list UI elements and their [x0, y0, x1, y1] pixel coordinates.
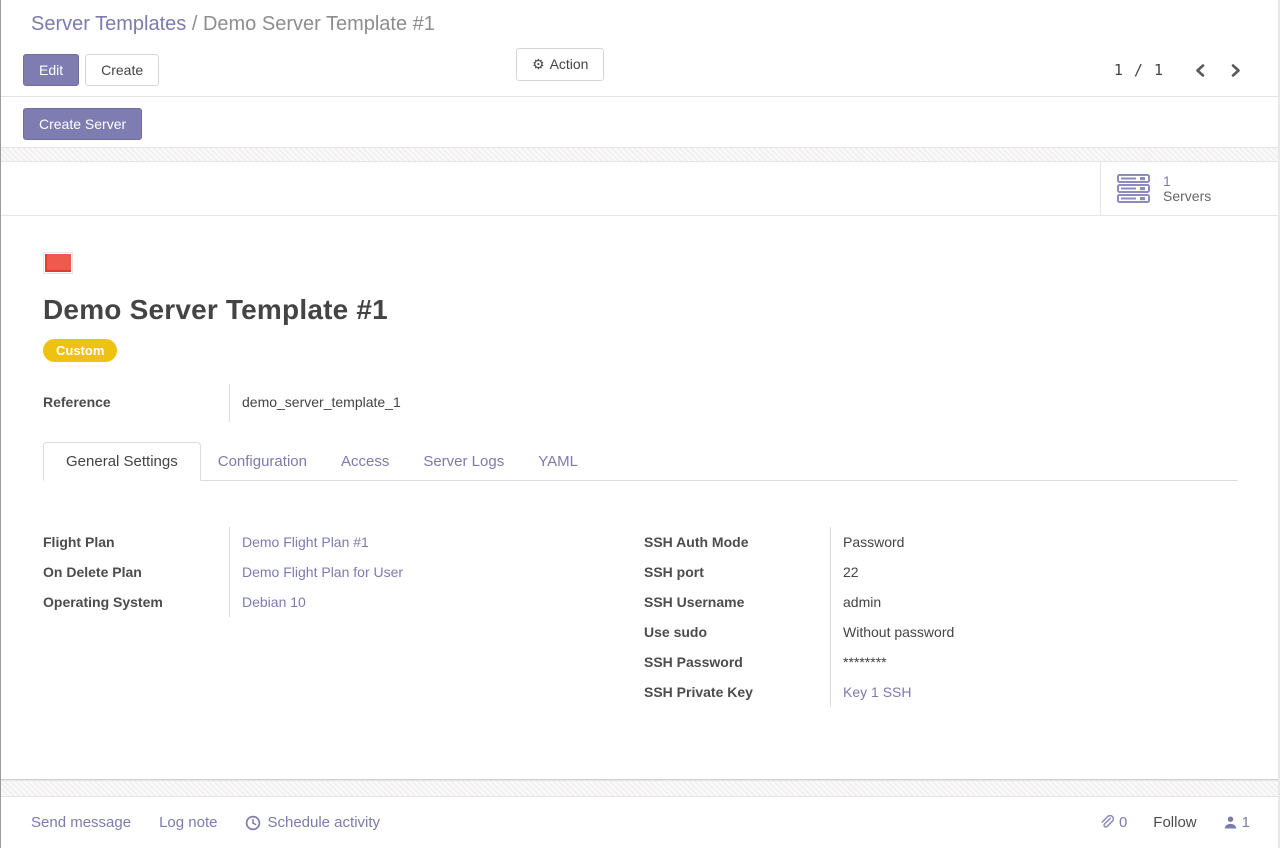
- ssh-username-value: admin: [843, 587, 954, 617]
- pager-next-button[interactable]: [1222, 59, 1250, 82]
- ssh-auth-mode-label: SSH Auth Mode: [644, 527, 830, 557]
- schedule-activity-label: Schedule activity: [267, 814, 380, 831]
- follow-button[interactable]: Follow: [1153, 814, 1196, 831]
- reference-label: Reference: [43, 384, 229, 422]
- ssh-port-label: SSH port: [644, 557, 830, 587]
- ssh-port-value: 22: [843, 557, 954, 587]
- breadcrumb-current: Demo Server Template #1: [203, 13, 435, 35]
- servers-stat-label: Servers: [1163, 189, 1211, 204]
- log-note-link[interactable]: Log note: [159, 814, 217, 831]
- tab-content-general-settings: Flight Plan On Delete Plan Operating Sys…: [43, 481, 1238, 707]
- create-server-button[interactable]: Create Server: [23, 108, 142, 140]
- reference-value: demo_server_template_1: [229, 384, 401, 422]
- operating-system-value[interactable]: Debian 10: [242, 587, 403, 617]
- flight-plan-value[interactable]: Demo Flight Plan #1: [242, 527, 403, 557]
- pager-value: 1 / 1: [1114, 61, 1164, 79]
- on-delete-plan-value[interactable]: Demo Flight Plan for User: [242, 557, 403, 587]
- tab-access[interactable]: Access: [324, 443, 406, 480]
- ssh-private-key-value[interactable]: Key 1 SSH: [843, 677, 954, 707]
- chevron-left-icon: [1194, 63, 1206, 78]
- ssh-auth-mode-value: Password: [843, 527, 954, 557]
- button-box: 1 Servers: [1, 162, 1280, 216]
- action-button-label: Action: [550, 56, 589, 72]
- chevron-right-icon: [1230, 63, 1242, 78]
- servers-icon: [1117, 174, 1151, 203]
- record-image-fill: [45, 254, 71, 272]
- ssh-password-label: SSH Password: [644, 647, 830, 677]
- pager-previous-button[interactable]: [1186, 59, 1214, 82]
- breadcrumb: Server Templates / Demo Server Template …: [1, 0, 1280, 44]
- chatter-bar: Send message Log note Schedule activity …: [1, 797, 1280, 848]
- use-sudo-label: Use sudo: [644, 617, 830, 647]
- servers-stat-button[interactable]: 1 Servers: [1100, 162, 1280, 215]
- control-panel: Server Templates / Demo Server Template …: [1, 0, 1280, 97]
- attachments-button[interactable]: 0: [1098, 814, 1127, 831]
- sheet-body: Demo Server Template #1 Custom Reference…: [1, 216, 1280, 707]
- create-button[interactable]: Create: [85, 54, 159, 86]
- tab-yaml[interactable]: YAML: [521, 443, 595, 480]
- reference-field-row: Reference demo_server_template_1: [43, 384, 1238, 422]
- control-buttons-row: Edit Create ⚙ Action 1 / 1: [1, 44, 1280, 94]
- action-bar: Create Server: [1, 97, 1280, 147]
- pager: 1 / 1: [1114, 59, 1250, 82]
- tag-badge: Custom: [43, 339, 117, 362]
- record-image[interactable]: [43, 252, 73, 274]
- breadcrumb-separator: /: [192, 13, 203, 35]
- on-delete-plan-label: On Delete Plan: [43, 557, 229, 587]
- gear-icon: ⚙: [532, 56, 545, 72]
- schedule-activity-link[interactable]: Schedule activity: [245, 814, 380, 831]
- paperclip-icon: [1098, 814, 1115, 831]
- notebook-tabs: General Settings Configuration Access Se…: [43, 442, 1238, 481]
- clock-icon: [245, 815, 261, 831]
- attachment-count: 0: [1119, 814, 1127, 831]
- background-strip-top: [1, 147, 1280, 162]
- use-sudo-value: Without password: [843, 617, 954, 647]
- followers-button[interactable]: 1: [1223, 814, 1250, 831]
- person-icon: [1223, 815, 1238, 830]
- breadcrumb-parent-link[interactable]: Server Templates: [31, 13, 186, 35]
- ssh-username-label: SSH Username: [644, 587, 830, 617]
- follower-count: 1: [1242, 814, 1250, 831]
- operating-system-label: Operating System: [43, 587, 229, 617]
- tab-server-logs[interactable]: Server Logs: [406, 443, 521, 480]
- send-message-link[interactable]: Send message: [31, 814, 131, 831]
- form-sheet: 1 Servers Demo Server Template #1 Custom…: [1, 162, 1280, 780]
- action-button[interactable]: ⚙ Action: [516, 48, 604, 81]
- field-group-right: SSH Auth Mode SSH port SSH Username Use …: [644, 527, 1238, 707]
- servers-stat-count: 1: [1163, 174, 1211, 189]
- record-title: Demo Server Template #1: [43, 294, 1238, 326]
- ssh-private-key-label: SSH Private Key: [644, 677, 830, 707]
- flight-plan-label: Flight Plan: [43, 527, 229, 557]
- tab-general-settings[interactable]: General Settings: [43, 442, 201, 481]
- ssh-password-value: ********: [843, 647, 954, 677]
- field-group-left: Flight Plan On Delete Plan Operating Sys…: [43, 527, 644, 617]
- background-strip-bottom: [1, 780, 1280, 797]
- edit-button[interactable]: Edit: [23, 54, 79, 86]
- tab-configuration[interactable]: Configuration: [201, 443, 324, 480]
